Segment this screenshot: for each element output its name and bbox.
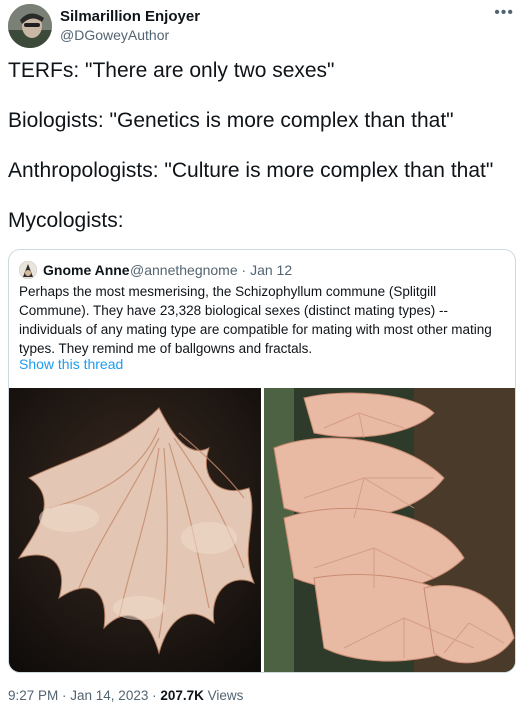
show-thread-link[interactable]: Show this thread: [19, 356, 123, 372]
tweet-line: Mycologists:: [8, 209, 124, 232]
quoted-author-avatar[interactable]: [19, 261, 37, 279]
splitgill-fungus-image: [9, 388, 261, 672]
splitgill-fungus-on-bark-image: [264, 388, 515, 672]
mushroom-photo-left[interactable]: [9, 388, 261, 672]
more-horizontal-icon[interactable]: •••: [494, 4, 514, 22]
quoted-tweet-header: Gnome Anne @annethegnome · Jan 12: [19, 260, 509, 280]
tweet-text: TERFs: "There are only two sexes" Biolog…: [8, 58, 518, 258]
tweet-line: TERFs: "There are only two sexes": [8, 59, 335, 82]
views-count: 207.7K: [160, 688, 204, 703]
tweet-line: Biologists: "Genetics is more complex th…: [8, 109, 454, 132]
quoted-tweet-text: Perhaps the most mesmerising, the Schizo…: [19, 284, 492, 356]
quoted-tweet[interactable]: Gnome Anne @annethegnome · Jan 12 Perhap…: [8, 249, 516, 673]
tweet-line: Anthropologists: "Culture is more comple…: [8, 159, 494, 182]
tweet-header: Silmarillion Enjoyer @DGoweyAuthor •••: [8, 4, 518, 48]
quoted-media: [9, 388, 515, 672]
tweet-timestamp[interactable]: 9:27 PM · Jan 14, 2023 ·: [8, 688, 160, 703]
views-label: Views: [203, 688, 244, 703]
author-name[interactable]: Silmarillion Enjoyer: [60, 8, 200, 25]
quoted-avatar-image: [19, 261, 37, 279]
avatar-image: [8, 4, 52, 48]
mushroom-photo-right[interactable]: [264, 388, 515, 672]
author-avatar[interactable]: [8, 4, 52, 48]
quoted-author-meta: @annethegnome · Jan 12: [130, 262, 293, 278]
author-handle[interactable]: @DGoweyAuthor: [60, 27, 169, 43]
tweet-footer: 9:27 PM · Jan 14, 2023 · 207.7K Views: [8, 688, 243, 703]
quoted-author-name[interactable]: Gnome Anne: [43, 262, 130, 278]
